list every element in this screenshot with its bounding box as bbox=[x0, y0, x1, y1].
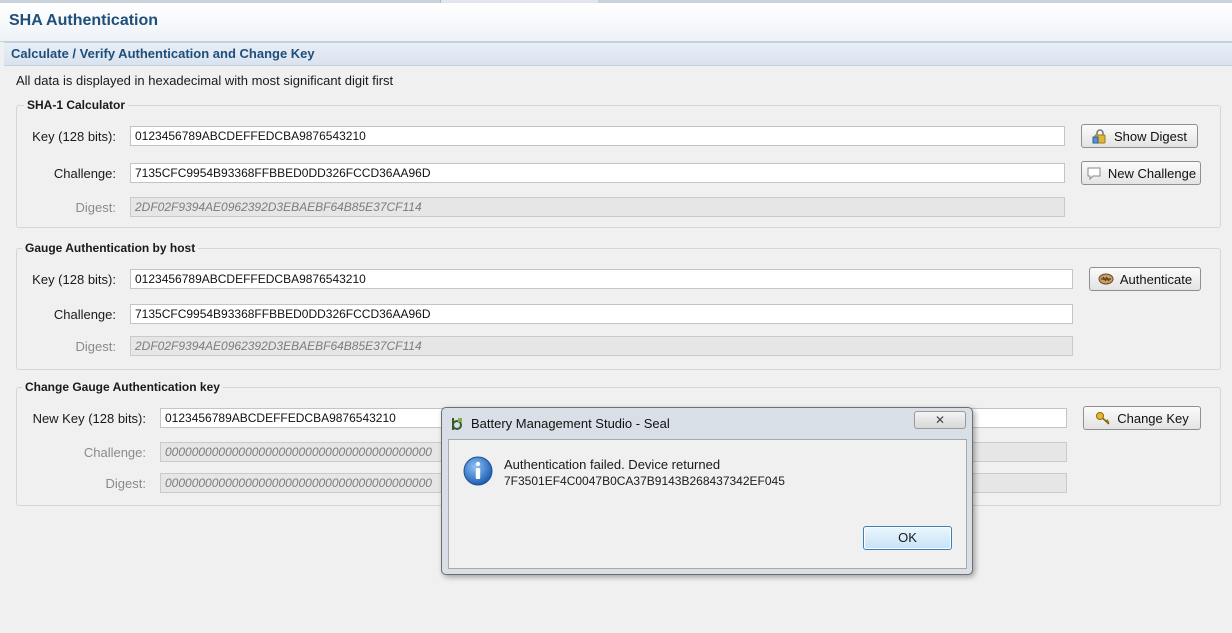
show-digest-button[interactable]: Show Digest bbox=[1081, 124, 1198, 148]
new-challenge-label: New Challenge bbox=[1107, 165, 1197, 181]
dialog-close-button[interactable]: ✕ bbox=[914, 411, 966, 429]
sha1-group-title: SHA-1 Calculator bbox=[24, 98, 129, 112]
dialog-message: Authentication failed. Device returned bbox=[504, 457, 721, 472]
info-icon bbox=[462, 455, 494, 487]
gauge-digest-label: Digest: bbox=[75, 339, 116, 354]
authenticate-label: Authenticate bbox=[1119, 271, 1193, 287]
sha1-digest-field: 2DF02F9394AE0962392D3EBAEBF64B85E37CF114 bbox=[130, 197, 1065, 217]
section-title: Calculate / Verify Authentication and Ch… bbox=[11, 46, 315, 61]
sha1-digest-label: Digest: bbox=[75, 200, 116, 215]
close-icon: ✕ bbox=[934, 413, 946, 427]
lock-icon bbox=[1092, 128, 1108, 144]
sha1-challenge-label: Challenge: bbox=[53, 166, 116, 181]
gauge-digest-field: 2DF02F9394AE0962392D3EBAEBF64B85E37CF114 bbox=[130, 336, 1073, 356]
dialog-returned-value: 7F3501EF4C0047B0CA37B9143B268437342EF045 bbox=[504, 474, 785, 488]
key-icon bbox=[1095, 410, 1111, 426]
change-key-label: Change Key bbox=[1117, 410, 1189, 426]
sha1-key-field[interactable]: 0123456789ABCDEFFEDCBA9876543210 bbox=[130, 126, 1065, 146]
auth-failed-dialog: Battery Management Studio - Seal ✕ Authe… bbox=[441, 407, 973, 575]
info-text: All data is displayed in hexadecimal wit… bbox=[16, 73, 394, 88]
gauge-key-label: Key (128 bits): bbox=[32, 272, 116, 287]
change-digest-label: Digest: bbox=[105, 476, 146, 491]
gauge-key-field[interactable]: 0123456789ABCDEFFEDCBA9876543210 bbox=[130, 269, 1073, 289]
new-challenge-button[interactable]: New Challenge bbox=[1081, 161, 1201, 185]
change-key-group-title: Change Gauge Authentication key bbox=[22, 380, 223, 394]
dialog-body: Authentication failed. Device returned 7… bbox=[448, 439, 967, 569]
sha1-key-label: Key (128 bits): bbox=[32, 129, 116, 144]
section-header: Calculate / Verify Authentication and Ch… bbox=[4, 42, 1232, 66]
change-key-button[interactable]: Change Key bbox=[1083, 406, 1201, 430]
gauge-challenge-field[interactable]: 7135CFC9954B93368FFBBED0DD326FCCD36AA96D bbox=[130, 304, 1073, 324]
new-key-label: New Key (128 bits): bbox=[32, 411, 146, 426]
app-logo-icon bbox=[451, 417, 464, 431]
authenticate-button[interactable]: Authenticate bbox=[1089, 267, 1201, 291]
sha1-challenge-field[interactable]: 7135CFC9954B93368FFBBED0DD326FCCD36AA96D bbox=[130, 163, 1065, 183]
dialog-title: Battery Management Studio - Seal bbox=[471, 416, 670, 431]
gauge-auth-group-title: Gauge Authentication by host bbox=[22, 241, 199, 255]
page-title: SHA Authentication bbox=[9, 12, 159, 29]
change-challenge-label: Challenge: bbox=[83, 445, 146, 460]
speech-bubble-icon bbox=[1086, 165, 1102, 181]
page-header: SHA Authentication bbox=[0, 3, 1232, 42]
handshake-icon bbox=[1098, 271, 1114, 287]
ok-button[interactable]: OK bbox=[863, 526, 952, 550]
show-digest-label: Show Digest bbox=[1114, 128, 1187, 144]
gauge-challenge-label: Challenge: bbox=[53, 307, 116, 322]
